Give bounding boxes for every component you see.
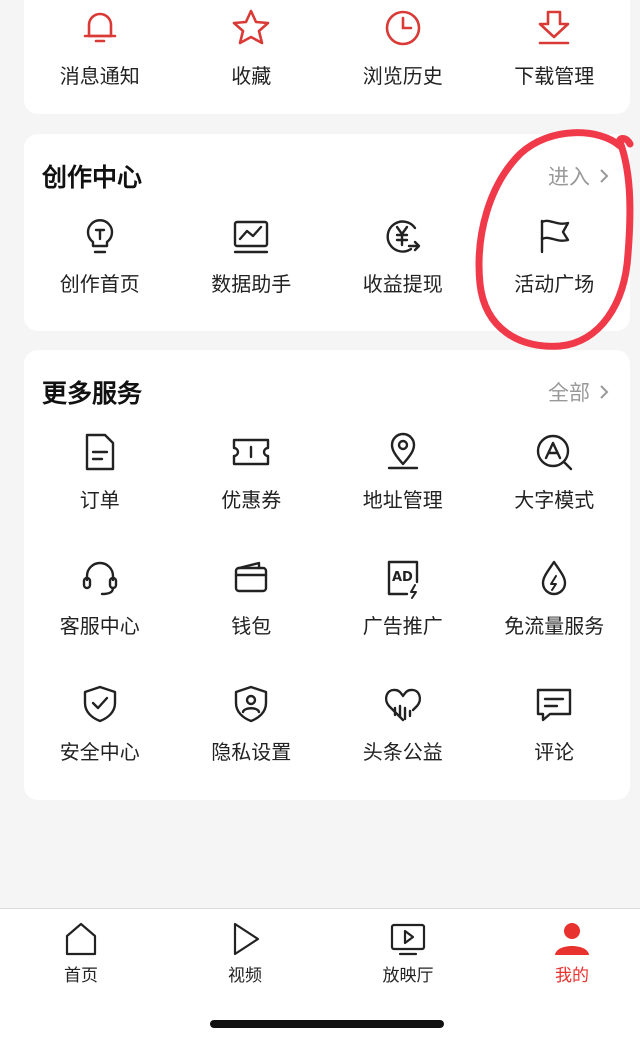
tab-video-label: 视频 bbox=[228, 966, 262, 986]
location-pin-icon bbox=[381, 430, 425, 474]
notifications-label: 消息通知 bbox=[59, 64, 140, 88]
creation-center-enter-link[interactable]: 进入 bbox=[548, 161, 610, 191]
favorites-item[interactable]: 收藏 bbox=[176, 6, 328, 89]
history-label: 浏览历史 bbox=[362, 64, 443, 88]
security-center-label: 安全中心 bbox=[59, 740, 140, 764]
more-services-card: 更多服务 全部 订单 优惠券 地址管理 大字模式 客服中心 钱包 AD 广告推广… bbox=[24, 350, 630, 800]
privacy-settings-label: 隐私设置 bbox=[211, 740, 292, 764]
comments-item[interactable]: 评论 bbox=[479, 682, 631, 765]
customer-service-item[interactable]: 客服中心 bbox=[24, 556, 176, 639]
chevron-right-icon bbox=[600, 385, 609, 399]
more-services-all-link[interactable]: 全部 bbox=[548, 377, 610, 407]
ticket-icon bbox=[229, 430, 273, 474]
clock-icon bbox=[381, 6, 425, 50]
profile-page: 消息通知 收藏 浏览历史 下载管理 创作中心 进入 创作首页 数据助手 收益提现… bbox=[0, 0, 640, 1039]
tab-mine[interactable]: 我的 bbox=[522, 919, 622, 986]
font-search-icon bbox=[532, 430, 576, 474]
comments-label: 评论 bbox=[534, 740, 575, 764]
svg-text:AD: AD bbox=[392, 570, 413, 585]
downloads-item[interactable]: 下载管理 bbox=[479, 6, 631, 89]
wallet-icon bbox=[229, 556, 273, 600]
shield-check-icon bbox=[78, 682, 122, 726]
quick-actions-card: 消息通知 收藏 浏览历史 下载管理 bbox=[24, 0, 630, 114]
tab-mine-label: 我的 bbox=[555, 966, 589, 986]
wallet-label: 钱包 bbox=[231, 614, 272, 638]
orders-label: 订单 bbox=[79, 488, 120, 512]
data-drop-icon bbox=[532, 556, 576, 600]
home-indicator[interactable] bbox=[210, 1020, 444, 1028]
user-icon bbox=[555, 923, 589, 955]
heart-chart-icon bbox=[381, 682, 425, 726]
downloads-label: 下载管理 bbox=[514, 64, 595, 88]
withdraw-item[interactable]: 收益提现 bbox=[327, 214, 479, 297]
play-icon bbox=[233, 922, 260, 956]
favorites-label: 收藏 bbox=[231, 64, 272, 88]
flag-icon bbox=[532, 214, 576, 258]
wallet-item[interactable]: 钱包 bbox=[176, 556, 328, 639]
star-icon bbox=[229, 6, 273, 50]
tab-video[interactable]: 视频 bbox=[195, 919, 295, 986]
customer-service-label: 客服中心 bbox=[59, 614, 140, 638]
large-font-label: 大字模式 bbox=[514, 488, 595, 512]
address-label: 地址管理 bbox=[362, 488, 443, 512]
all-link-label: 全部 bbox=[548, 381, 590, 405]
tab-theater-label: 放映厅 bbox=[382, 966, 434, 986]
ad-icon: AD bbox=[381, 556, 425, 600]
withdraw-label: 收益提现 bbox=[362, 272, 443, 296]
creation-center-title: 创作中心 bbox=[42, 163, 143, 192]
orders-item[interactable]: 订单 bbox=[24, 430, 176, 513]
coupons-label: 优惠券 bbox=[221, 488, 282, 512]
free-data-item[interactable]: 免流量服务 bbox=[479, 556, 631, 639]
ad-promotion-item[interactable]: AD 广告推广 bbox=[327, 556, 479, 639]
notifications-item[interactable]: 消息通知 bbox=[24, 6, 176, 89]
data-assistant-label: 数据助手 bbox=[211, 272, 292, 296]
privacy-settings-item[interactable]: 隐私设置 bbox=[176, 682, 328, 765]
tab-home-label: 首页 bbox=[64, 966, 98, 986]
more-services-title: 更多服务 bbox=[42, 379, 143, 408]
tab-theater[interactable]: 放映厅 bbox=[358, 919, 458, 986]
large-font-item[interactable]: 大字模式 bbox=[479, 430, 631, 513]
yen-withdraw-icon bbox=[381, 214, 425, 258]
download-icon bbox=[532, 6, 576, 50]
address-item[interactable]: 地址管理 bbox=[327, 430, 479, 513]
creator-home-item[interactable]: 创作首页 bbox=[24, 214, 176, 297]
enter-link-label: 进入 bbox=[548, 165, 590, 189]
chart-monitor-icon bbox=[229, 214, 273, 258]
security-center-item[interactable]: 安全中心 bbox=[24, 682, 176, 765]
creator-home-label: 创作首页 bbox=[59, 272, 140, 296]
chevron-right-icon bbox=[600, 169, 609, 183]
shield-user-icon bbox=[229, 682, 273, 726]
tab-home[interactable]: 首页 bbox=[31, 919, 131, 986]
comment-icon bbox=[532, 682, 576, 726]
document-icon bbox=[78, 430, 122, 474]
data-assistant-item[interactable]: 数据助手 bbox=[176, 214, 328, 297]
lightbulb-icon bbox=[78, 214, 122, 258]
headset-icon bbox=[78, 556, 122, 600]
charity-label: 头条公益 bbox=[362, 740, 443, 764]
coupons-item[interactable]: 优惠券 bbox=[176, 430, 328, 513]
activity-square-label: 活动广场 bbox=[514, 272, 595, 296]
free-data-label: 免流量服务 bbox=[504, 614, 605, 638]
creation-center-card: 创作中心 进入 创作首页 数据助手 收益提现 活动广场 bbox=[24, 134, 630, 331]
bell-icon bbox=[78, 6, 122, 50]
tv-play-icon bbox=[390, 923, 426, 956]
charity-item[interactable]: 头条公益 bbox=[327, 682, 479, 765]
home-icon bbox=[65, 922, 97, 956]
history-item[interactable]: 浏览历史 bbox=[327, 6, 479, 89]
ad-promotion-label: 广告推广 bbox=[362, 614, 443, 638]
activity-square-item[interactable]: 活动广场 bbox=[479, 214, 631, 297]
